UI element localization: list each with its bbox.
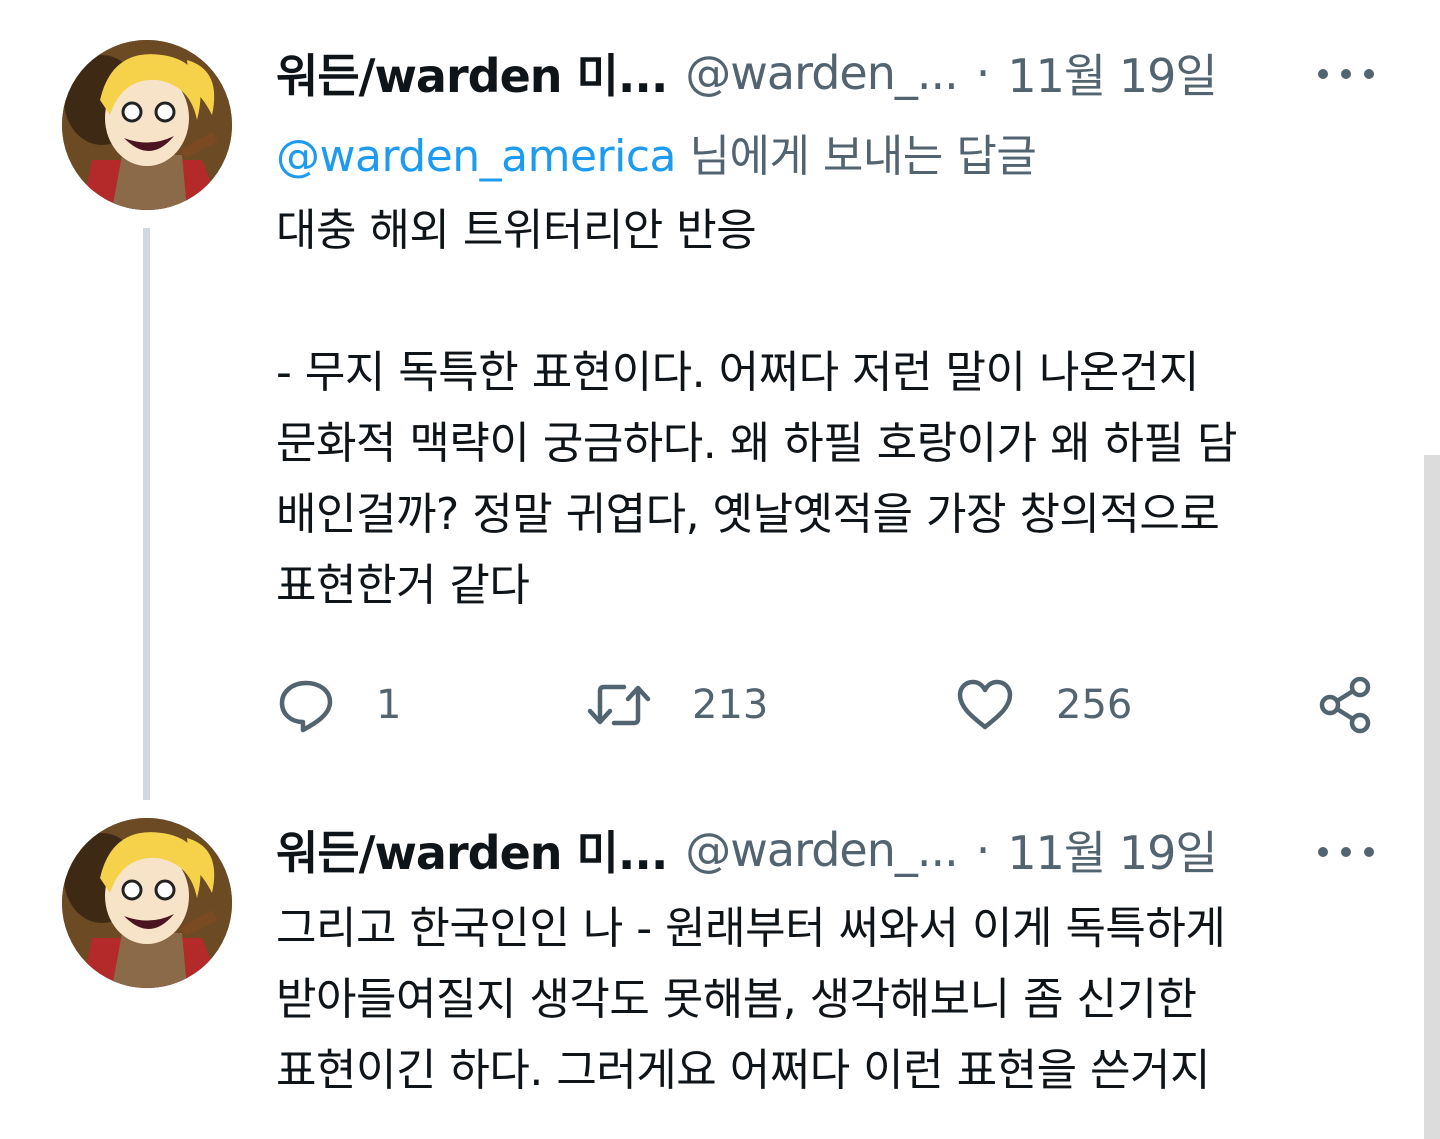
avatar-image [62, 40, 232, 210]
reply-bubble-icon [279, 680, 333, 733]
retweet-count: 213 [692, 682, 769, 728]
author-handle[interactable]: @warden_... [685, 46, 958, 100]
reply-button[interactable]: 1 [276, 665, 401, 745]
tweet-header: 워든/warden 미... @warden_... · 11월 19일 [276, 38, 1218, 108]
tweet-text: 대충 해외 트위터리안 반응 - 무지 독특한 표현이다. 어쩌다 저런 말이 … [276, 205, 1237, 611]
separator-dot: · [975, 823, 991, 877]
like-count: 256 [1056, 682, 1133, 728]
reply-mention-link[interactable]: @warden_america [276, 131, 677, 182]
reply-count: 1 [376, 682, 402, 728]
tweet-text: 그리고 한국인인 나 - 원래부터 써와서 이게 독특하게 받아들여질지 생각도… [276, 903, 1226, 1096]
separator-dot: · [975, 46, 991, 100]
like-button[interactable]: 256 [954, 665, 1132, 745]
avatar-image [62, 818, 232, 988]
tweet-timestamp[interactable]: 11월 19일 [1007, 40, 1217, 106]
reply-context-suffix: 님에게 보내는 답글 [676, 131, 1037, 182]
tweet-header: 워든/warden 미... @warden_... · 11월 19일 [276, 815, 1218, 885]
author-name[interactable]: 워든/warden 미... [276, 817, 668, 883]
author-handle[interactable]: @warden_... [685, 823, 958, 877]
author-name[interactable]: 워든/warden 미... [276, 40, 668, 106]
more-horizontal-icon[interactable] [1318, 62, 1374, 86]
tweet-actions: 1 213 256 [276, 665, 1386, 745]
tweet[interactable]: 워든/warden 미... @warden_... · 11월 19일 @wa… [0, 0, 1440, 800]
tweet-timestamp[interactable]: 11월 19일 [1007, 817, 1217, 883]
retweet-icon [587, 684, 651, 726]
thread-connector-line [143, 228, 150, 800]
avatar[interactable] [62, 818, 232, 988]
share-button[interactable] [1316, 665, 1376, 745]
tweet[interactable]: 워든/warden 미... @warden_... · 11월 19일 그리고… [0, 800, 1440, 1139]
share-icon [1319, 676, 1371, 734]
more-horizontal-icon[interactable] [1318, 840, 1374, 864]
reply-context: @warden_america 님에게 보내는 답글 [276, 120, 1037, 184]
retweet-button[interactable]: 213 [586, 665, 768, 745]
avatar[interactable] [62, 40, 232, 210]
scrollbar[interactable] [1424, 455, 1440, 1139]
heart-icon [957, 679, 1013, 730]
